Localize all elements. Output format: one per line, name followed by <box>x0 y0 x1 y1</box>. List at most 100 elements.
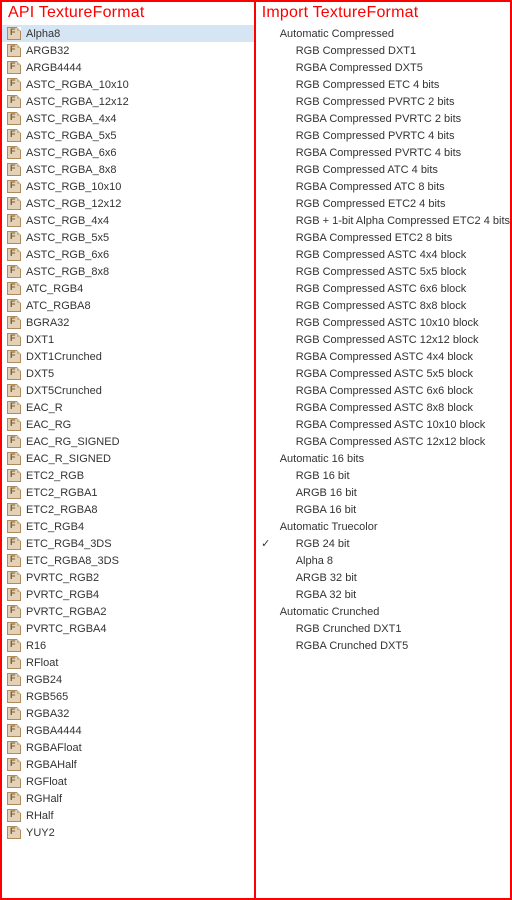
format-group[interactable]: Automatic Compressed <box>256 25 510 42</box>
api-item[interactable]: PVRTC_RGBA2 <box>2 603 254 620</box>
format-item[interactable]: RGBA 32 bit <box>256 586 510 603</box>
format-item[interactable]: RGB Compressed ETC2 4 bits <box>256 195 510 212</box>
format-item[interactable]: RGBA Compressed ASTC 10x10 block <box>256 416 510 433</box>
api-item[interactable]: RGB24 <box>2 671 254 688</box>
api-item[interactable]: PVRTC_RGB2 <box>2 569 254 586</box>
format-item[interactable]: RGB 16 bit <box>256 467 510 484</box>
api-item[interactable]: BGRA32 <box>2 314 254 331</box>
api-list[interactable]: Alpha8ARGB32ARGB4444ASTC_RGBA_10x10ASTC_… <box>2 23 254 898</box>
format-item[interactable]: RGBA Compressed ASTC 8x8 block <box>256 399 510 416</box>
api-item[interactable]: RHalf <box>2 807 254 824</box>
api-item[interactable]: ASTC_RGB_10x10 <box>2 178 254 195</box>
format-item[interactable]: RGB Compressed ASTC 8x8 block <box>256 297 510 314</box>
api-item[interactable]: RGBAFloat <box>2 739 254 756</box>
format-item[interactable]: RGB + 1-bit Alpha Compressed ETC2 4 bits <box>256 212 510 229</box>
api-item[interactable]: ASTC_RGBA_8x8 <box>2 161 254 178</box>
enum-field-icon <box>7 707 21 720</box>
api-item[interactable]: RGFloat <box>2 773 254 790</box>
format-item[interactable]: RGBA Compressed ASTC 6x6 block <box>256 382 510 399</box>
api-item-label: BGRA32 <box>26 317 69 329</box>
api-item[interactable]: ARGB32 <box>2 42 254 59</box>
api-item[interactable]: ATC_RGBA8 <box>2 297 254 314</box>
api-item[interactable]: ATC_RGB4 <box>2 280 254 297</box>
format-item[interactable]: RGB Compressed ASTC 6x6 block <box>256 280 510 297</box>
api-item[interactable]: RGBA4444 <box>2 722 254 739</box>
format-item[interactable]: Alpha 8 <box>256 552 510 569</box>
api-item[interactable]: ASTC_RGB_4x4 <box>2 212 254 229</box>
enum-field-icon <box>7 401 21 414</box>
format-group[interactable]: Automatic 16 bits <box>256 450 510 467</box>
api-item[interactable]: EAC_R <box>2 399 254 416</box>
api-item-label: ATC_RGB4 <box>26 283 83 295</box>
format-item[interactable]: RGBA Compressed ETC2 8 bits <box>256 229 510 246</box>
api-item[interactable]: Alpha8 <box>2 25 254 42</box>
format-group[interactable]: Automatic Crunched <box>256 603 510 620</box>
format-item[interactable]: RGB Compressed ETC 4 bits <box>256 76 510 93</box>
format-group-label: Automatic Compressed <box>276 28 394 40</box>
api-item[interactable]: DXT5 <box>2 365 254 382</box>
api-item-label: ASTC_RGB_4x4 <box>26 215 109 227</box>
api-item[interactable]: ASTC_RGB_12x12 <box>2 195 254 212</box>
api-item[interactable]: ARGB4444 <box>2 59 254 76</box>
api-item[interactable]: ASTC_RGBA_4x4 <box>2 110 254 127</box>
format-item[interactable]: RGBA Compressed PVRTC 4 bits <box>256 144 510 161</box>
api-item[interactable]: ETC2_RGBA1 <box>2 484 254 501</box>
api-item[interactable]: EAC_RG <box>2 416 254 433</box>
format-item[interactable]: RGB Compressed ATC 4 bits <box>256 161 510 178</box>
api-item-label: DXT5 <box>26 368 54 380</box>
enum-field-icon <box>7 503 21 516</box>
format-item[interactable]: RGB Compressed ASTC 12x12 block <box>256 331 510 348</box>
api-item[interactable]: PVRTC_RGBA4 <box>2 620 254 637</box>
format-item[interactable]: RGB Compressed ASTC 5x5 block <box>256 263 510 280</box>
enum-field-icon <box>7 214 21 227</box>
api-item[interactable]: ASTC_RGBA_12x12 <box>2 93 254 110</box>
format-item[interactable]: RGB Compressed PVRTC 2 bits <box>256 93 510 110</box>
api-item[interactable]: RGHalf <box>2 790 254 807</box>
api-item[interactable]: DXT1Crunched <box>2 348 254 365</box>
api-item[interactable]: DXT5Crunched <box>2 382 254 399</box>
api-item[interactable]: ETC2_RGBA8 <box>2 501 254 518</box>
format-item[interactable]: RGBA 16 bit <box>256 501 510 518</box>
format-item[interactable]: ARGB 32 bit <box>256 569 510 586</box>
format-item[interactable]: RGB Compressed ASTC 4x4 block <box>256 246 510 263</box>
format-item[interactable]: RGB Compressed PVRTC 4 bits <box>256 127 510 144</box>
dual-pane: API TextureFormat Alpha8ARGB32ARGB4444AS… <box>0 0 512 900</box>
format-item[interactable]: RGBA Compressed DXT5 <box>256 59 510 76</box>
api-item[interactable]: ETC_RGB4_3DS <box>2 535 254 552</box>
import-list[interactable]: Automatic CompressedRGB Compressed DXT1R… <box>256 23 510 898</box>
format-item[interactable]: RGB Compressed ASTC 10x10 block <box>256 314 510 331</box>
format-item[interactable]: RGBA Compressed PVRTC 2 bits <box>256 110 510 127</box>
api-item[interactable]: RGBAHalf <box>2 756 254 773</box>
enum-field-icon <box>7 639 21 652</box>
api-item[interactable]: ETC_RGB4 <box>2 518 254 535</box>
format-item[interactable]: RGBA Compressed ASTC 4x4 block <box>256 348 510 365</box>
api-item[interactable]: YUY2 <box>2 824 254 841</box>
api-item[interactable]: ASTC_RGB_8x8 <box>2 263 254 280</box>
api-item[interactable]: RGBA32 <box>2 705 254 722</box>
format-item[interactable]: ✓RGB 24 bit <box>256 535 510 552</box>
format-item-label: RGBA Compressed ETC2 8 bits <box>276 232 453 244</box>
api-item[interactable]: ASTC_RGBA_5x5 <box>2 127 254 144</box>
format-group[interactable]: Automatic Truecolor <box>256 518 510 535</box>
api-item[interactable]: EAC_RG_SIGNED <box>2 433 254 450</box>
format-item[interactable]: RGBA Crunched DXT5 <box>256 637 510 654</box>
api-item[interactable]: R16 <box>2 637 254 654</box>
enum-field-icon <box>7 605 21 618</box>
api-item[interactable]: ETC_RGBA8_3DS <box>2 552 254 569</box>
api-item[interactable]: ASTC_RGB_6x6 <box>2 246 254 263</box>
api-item[interactable]: PVRTC_RGB4 <box>2 586 254 603</box>
format-item[interactable]: ARGB 16 bit <box>256 484 510 501</box>
api-item[interactable]: ASTC_RGBA_10x10 <box>2 76 254 93</box>
api-item[interactable]: RGB565 <box>2 688 254 705</box>
format-item[interactable]: RGB Compressed DXT1 <box>256 42 510 59</box>
format-item[interactable]: RGBA Compressed ASTC 12x12 block <box>256 433 510 450</box>
format-item[interactable]: RGBA Compressed ATC 8 bits <box>256 178 510 195</box>
api-item[interactable]: DXT1 <box>2 331 254 348</box>
api-item[interactable]: ASTC_RGBA_6x6 <box>2 144 254 161</box>
format-item[interactable]: RGB Crunched DXT1 <box>256 620 510 637</box>
api-item[interactable]: ETC2_RGB <box>2 467 254 484</box>
api-item[interactable]: RFloat <box>2 654 254 671</box>
format-item[interactable]: RGBA Compressed ASTC 5x5 block <box>256 365 510 382</box>
api-item[interactable]: ASTC_RGB_5x5 <box>2 229 254 246</box>
api-item[interactable]: EAC_R_SIGNED <box>2 450 254 467</box>
